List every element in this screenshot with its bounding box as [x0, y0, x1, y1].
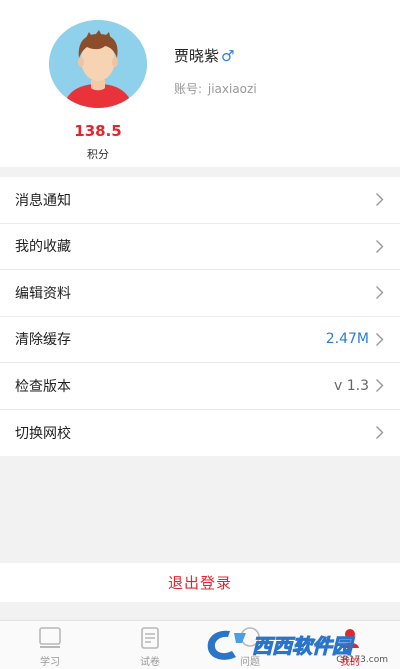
- menu-item-favorites[interactable]: 我的收藏: [0, 224, 400, 270]
- menu-item-clear-cache[interactable]: 清除缓存 2.47M: [0, 317, 400, 363]
- version-value: v 1.3: [334, 377, 369, 394]
- menu-item-label: 我的收藏: [15, 239, 71, 256]
- cache-size-value: 2.47M: [325, 331, 369, 348]
- points-value: 138.5: [74, 122, 122, 140]
- menu-item-check-version[interactable]: 检查版本 v 1.3: [0, 363, 400, 410]
- tab-label: 试卷: [140, 657, 160, 668]
- tab-study[interactable]: 学习: [0, 621, 100, 669]
- profile-header: 贾晓紫 ♂ 账号: jiaxiaozi 138.5 积分: [0, 0, 400, 167]
- account-label: 账号:: [174, 82, 203, 96]
- chevron-right-icon: [376, 332, 384, 346]
- account-row: 账号: jiaxiaozi: [174, 80, 257, 97]
- watermark-logo-icon: [207, 630, 246, 660]
- tab-papers[interactable]: 试卷: [100, 621, 200, 669]
- chevron-right-icon: [376, 193, 384, 207]
- chevron-right-icon: [376, 379, 384, 393]
- username: 贾晓紫: [174, 47, 220, 65]
- avatar[interactable]: [49, 20, 147, 108]
- menu-item-label: 编辑资料: [15, 285, 71, 302]
- menu-item-label: 消息通知: [15, 192, 71, 209]
- account-value: jiaxiaozi: [207, 82, 257, 96]
- chevron-right-icon: [376, 286, 384, 300]
- tab-label: 学习: [40, 657, 60, 668]
- site-watermark: 西西软件园 CR173.com: [200, 620, 400, 669]
- menu-item-notifications[interactable]: 消息通知: [0, 177, 400, 224]
- menu-item-switch-school[interactable]: 切换网校: [0, 410, 400, 457]
- chevron-right-icon: [376, 239, 384, 253]
- menu-item-label: 切换网校: [15, 425, 71, 442]
- book-icon: [39, 627, 61, 648]
- paper-icon: [141, 627, 159, 649]
- chevron-right-icon: [376, 426, 384, 440]
- menu-item-label: 清除缓存: [15, 332, 71, 349]
- watermark-subtext: CR173.com: [336, 655, 388, 665]
- logout-label: 退出登录: [167, 574, 232, 592]
- points-label: 积分: [87, 148, 109, 161]
- avatar-illustration: [49, 20, 147, 108]
- menu-item-edit-profile[interactable]: 编辑资料: [0, 270, 400, 317]
- settings-menu: 消息通知 我的收藏 编辑资料 清除缓存 2.47M 检查版本 v 1.3 切换网…: [0, 177, 400, 456]
- menu-item-label: 检查版本: [15, 378, 71, 395]
- username-row: 贾晓紫 ♂: [174, 45, 234, 66]
- logout-button[interactable]: 退出登录: [0, 563, 400, 602]
- male-gender-icon: ♂: [221, 46, 235, 65]
